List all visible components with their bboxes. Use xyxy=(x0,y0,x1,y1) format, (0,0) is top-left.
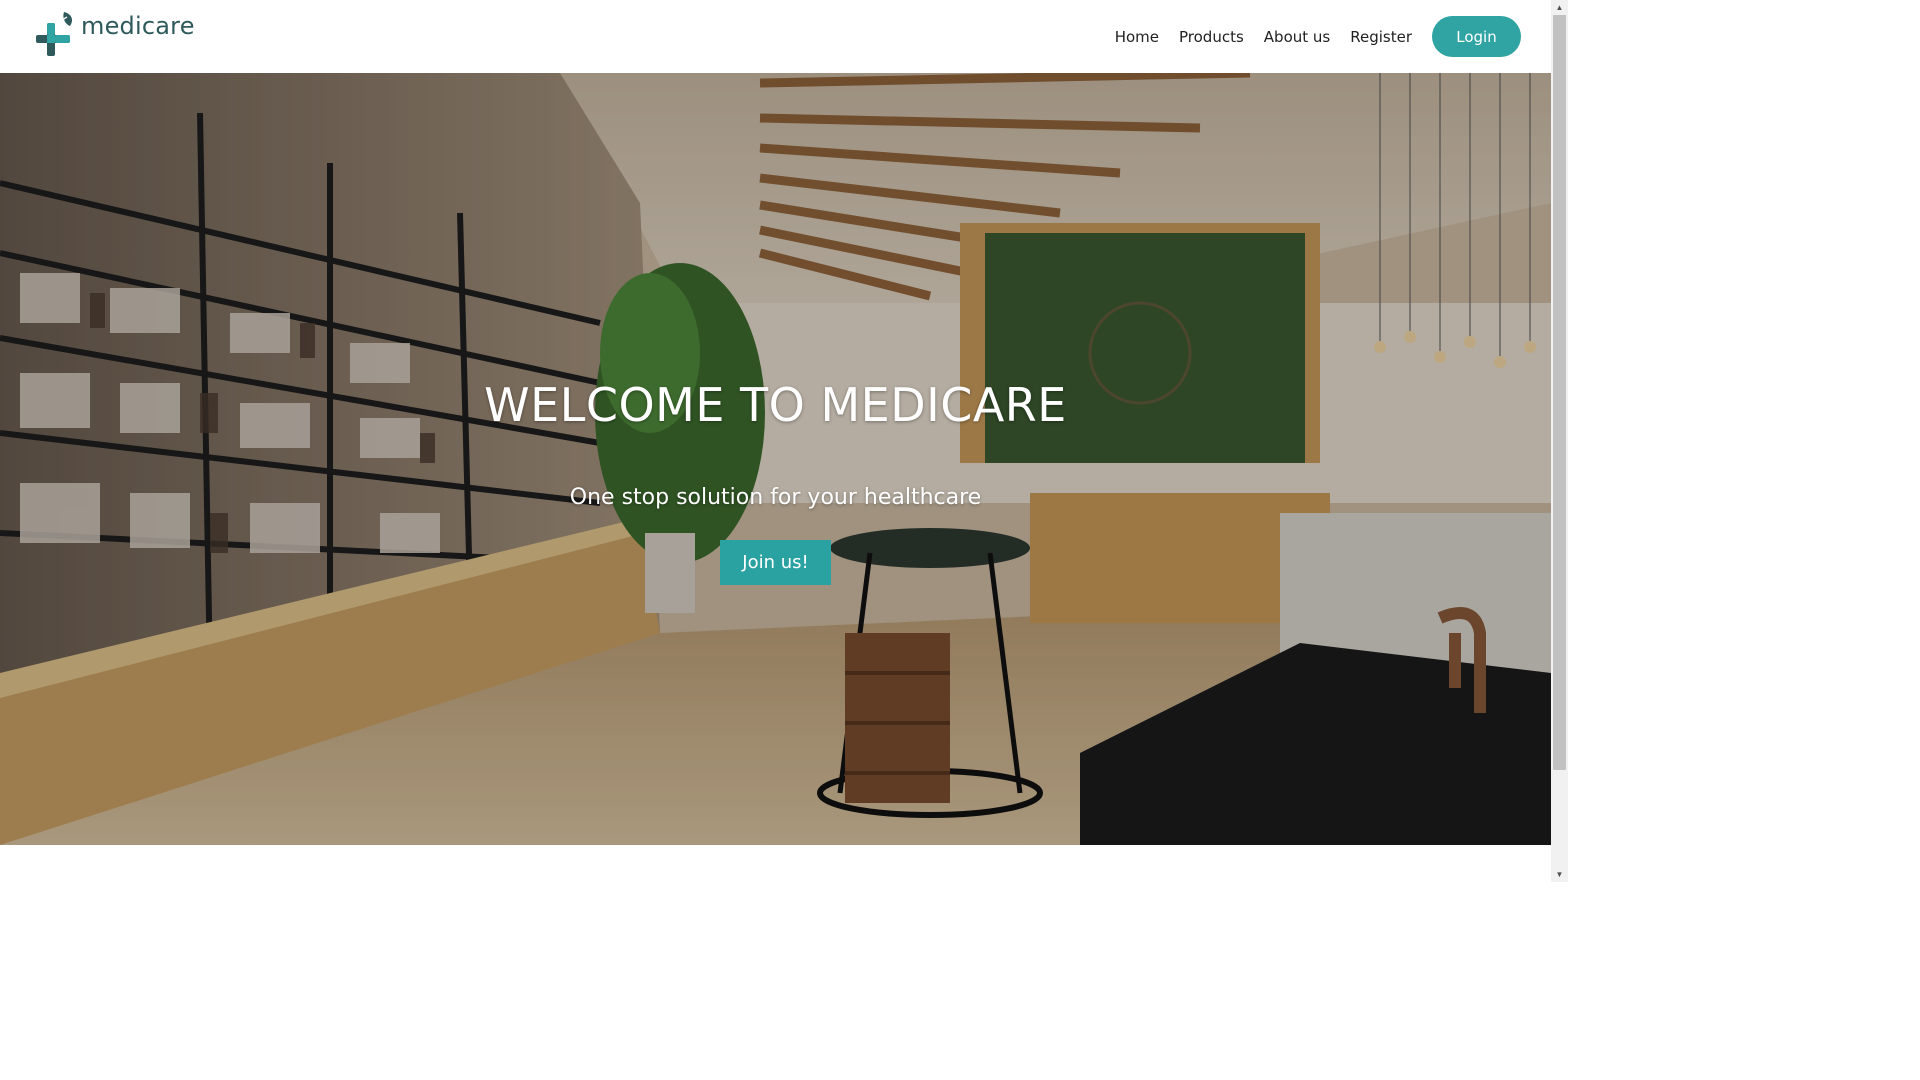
nav-home-link[interactable]: Home xyxy=(1115,28,1159,46)
main-nav: Home Products About us Register Login xyxy=(1095,16,1521,57)
brand-logo[interactable]: medicare xyxy=(34,10,195,58)
scrollbar-thumb[interactable] xyxy=(1553,15,1566,770)
hero-section: WELCOME TO MEDICARE One stop solution fo… xyxy=(0,73,1551,845)
brand-name: medicare xyxy=(81,12,195,40)
medical-cross-leaf-icon xyxy=(36,12,72,56)
navbar: medicare Home Products About us Register… xyxy=(0,0,1551,73)
hero-overlay xyxy=(0,73,1551,845)
scroll-down-arrow-icon[interactable]: ▼ xyxy=(1551,867,1568,882)
login-button[interactable]: Login xyxy=(1432,16,1521,57)
vertical-scrollbar[interactable]: ▲ ▼ xyxy=(1551,0,1568,882)
nav-products-link[interactable]: Products xyxy=(1179,28,1244,46)
hero-title: WELCOME TO MEDICARE xyxy=(484,378,1067,432)
nav-register-link[interactable]: Register xyxy=(1350,28,1412,46)
hero-subtitle: One stop solution for your healthcare xyxy=(569,485,982,510)
scroll-up-arrow-icon[interactable]: ▲ xyxy=(1551,0,1568,15)
nav-about-link[interactable]: About us xyxy=(1264,28,1330,46)
join-us-button[interactable]: Join us! xyxy=(720,540,831,585)
page: medicare Home Products About us Register… xyxy=(0,0,1568,882)
